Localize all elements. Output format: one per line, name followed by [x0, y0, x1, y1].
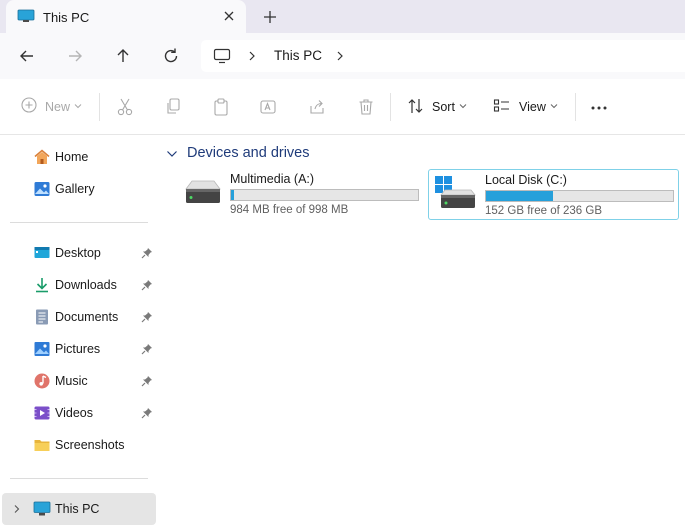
sidebar-item-pictures[interactable]: Pictures [0, 334, 160, 364]
monitor-icon [17, 9, 35, 22]
drive-usage-bar [485, 190, 674, 202]
pin-icon[interactable] [141, 311, 153, 323]
sidebar-item-label: Documents [55, 310, 119, 324]
sort-button[interactable]: Sort [407, 96, 469, 118]
chevron-down-icon [459, 104, 467, 109]
sidebar-item-label: Downloads [55, 278, 117, 292]
drive-name: Local Disk (C:) [485, 173, 567, 187]
sidebar-item-downloads[interactable]: Downloads [0, 270, 160, 300]
windows-drive-icon [435, 176, 476, 208]
chevron-down-icon [550, 104, 558, 109]
paste-icon[interactable] [212, 96, 230, 118]
plus-circle-icon [21, 97, 37, 113]
sidebar-divider [10, 478, 148, 479]
chevron-right-icon[interactable] [334, 50, 346, 62]
folder-icon [34, 440, 50, 451]
navigation-bar: This PC [0, 33, 685, 79]
forward-arrow-icon[interactable] [64, 45, 86, 67]
pin-icon[interactable] [141, 407, 153, 419]
navigation-pane: Home Gallery Desktop Downloads Documents… [0, 136, 160, 530]
new-button[interactable]: New [20, 96, 84, 118]
breadcrumb-this-pc[interactable]: This PC [274, 48, 322, 63]
delete-icon[interactable] [357, 96, 375, 118]
sidebar-item-music[interactable]: Music [0, 366, 160, 396]
sidebar-item-documents[interactable]: Documents [0, 302, 160, 332]
chevron-right-icon[interactable] [246, 50, 258, 62]
pin-icon[interactable] [141, 375, 153, 387]
sidebar-item-this-pc[interactable]: This PC [2, 493, 156, 525]
drive-name: Multimedia (A:) [230, 172, 315, 186]
pin-icon[interactable] [141, 279, 153, 291]
documents-icon [36, 309, 48, 325]
group-title: Devices and drives [187, 145, 310, 161]
separator [575, 93, 576, 121]
pictures-icon [34, 342, 50, 356]
sidebar-item-videos[interactable]: Videos [0, 398, 160, 428]
hard-drive-icon [185, 180, 221, 203]
sidebar-item-label: Videos [55, 406, 93, 420]
sidebar-item-home[interactable]: Home [0, 142, 160, 172]
close-icon[interactable] [220, 7, 238, 25]
rename-icon[interactable] [259, 96, 277, 118]
tab-this-pc[interactable]: This PC [6, 0, 246, 33]
back-arrow-icon[interactable] [16, 45, 38, 67]
separator [390, 93, 391, 121]
address-bar[interactable]: This PC [201, 40, 685, 72]
title-bar: This PC [0, 0, 685, 33]
sidebar-item-screenshots[interactable]: Screenshots [0, 430, 160, 460]
desktop-icon [34, 247, 50, 258]
tab-title: This PC [43, 10, 90, 25]
more-options-icon[interactable] [590, 96, 610, 118]
gallery-icon [34, 182, 50, 196]
share-icon[interactable] [308, 96, 326, 118]
view-label: View [519, 100, 546, 114]
videos-icon [34, 406, 50, 420]
sidebar-divider [10, 222, 148, 223]
chevron-right-icon[interactable] [12, 504, 22, 514]
pin-icon[interactable] [141, 343, 153, 355]
plus-icon[interactable] [260, 7, 280, 27]
refresh-icon[interactable] [160, 45, 182, 67]
sidebar-item-label: Pictures [55, 342, 101, 356]
new-label: New [45, 100, 71, 114]
sidebar-item-desktop[interactable]: Desktop [0, 238, 160, 268]
monitor-icon [33, 501, 51, 516]
view-list-icon [493, 99, 509, 112]
sort-icon [408, 99, 423, 113]
command-bar: New Sort View [0, 79, 685, 135]
music-icon [34, 373, 50, 389]
cut-icon[interactable] [116, 96, 134, 118]
sidebar-item-gallery[interactable]: Gallery [0, 174, 160, 204]
drive-usage-fill [486, 191, 553, 201]
download-icon [36, 278, 48, 293]
separator [99, 93, 100, 121]
drive-tile-c[interactable]: Local Disk (C:) 152 GB free of 236 GB [428, 169, 679, 220]
pin-icon[interactable] [141, 247, 153, 259]
content-pane: Devices and drives Multimedia (A:) 984 M… [160, 136, 685, 530]
sidebar-item-label: Home [55, 150, 89, 164]
drive-tile-a[interactable]: Multimedia (A:) 984 MB free of 998 MB [174, 169, 425, 220]
sidebar-item-label: Screenshots [55, 438, 125, 452]
chevron-down-icon[interactable] [166, 149, 178, 159]
sidebar-item-label: Music [55, 374, 88, 388]
sort-label: Sort [432, 100, 455, 114]
chevron-down-icon [74, 104, 82, 109]
sidebar-item-label: This PC [55, 502, 100, 516]
up-arrow-icon[interactable] [112, 45, 134, 67]
view-button[interactable]: View [493, 96, 559, 118]
sidebar-item-label: Desktop [55, 246, 101, 260]
home-icon [34, 149, 50, 164]
sidebar-item-label: Gallery [55, 182, 95, 196]
copy-icon[interactable] [164, 96, 182, 118]
drive-usage-fill [231, 190, 234, 200]
drive-free-space: 152 GB free of 236 GB [485, 205, 602, 217]
drive-usage-bar [230, 189, 419, 201]
drive-free-space: 984 MB free of 998 MB [230, 204, 349, 216]
computer-icon [213, 48, 231, 64]
